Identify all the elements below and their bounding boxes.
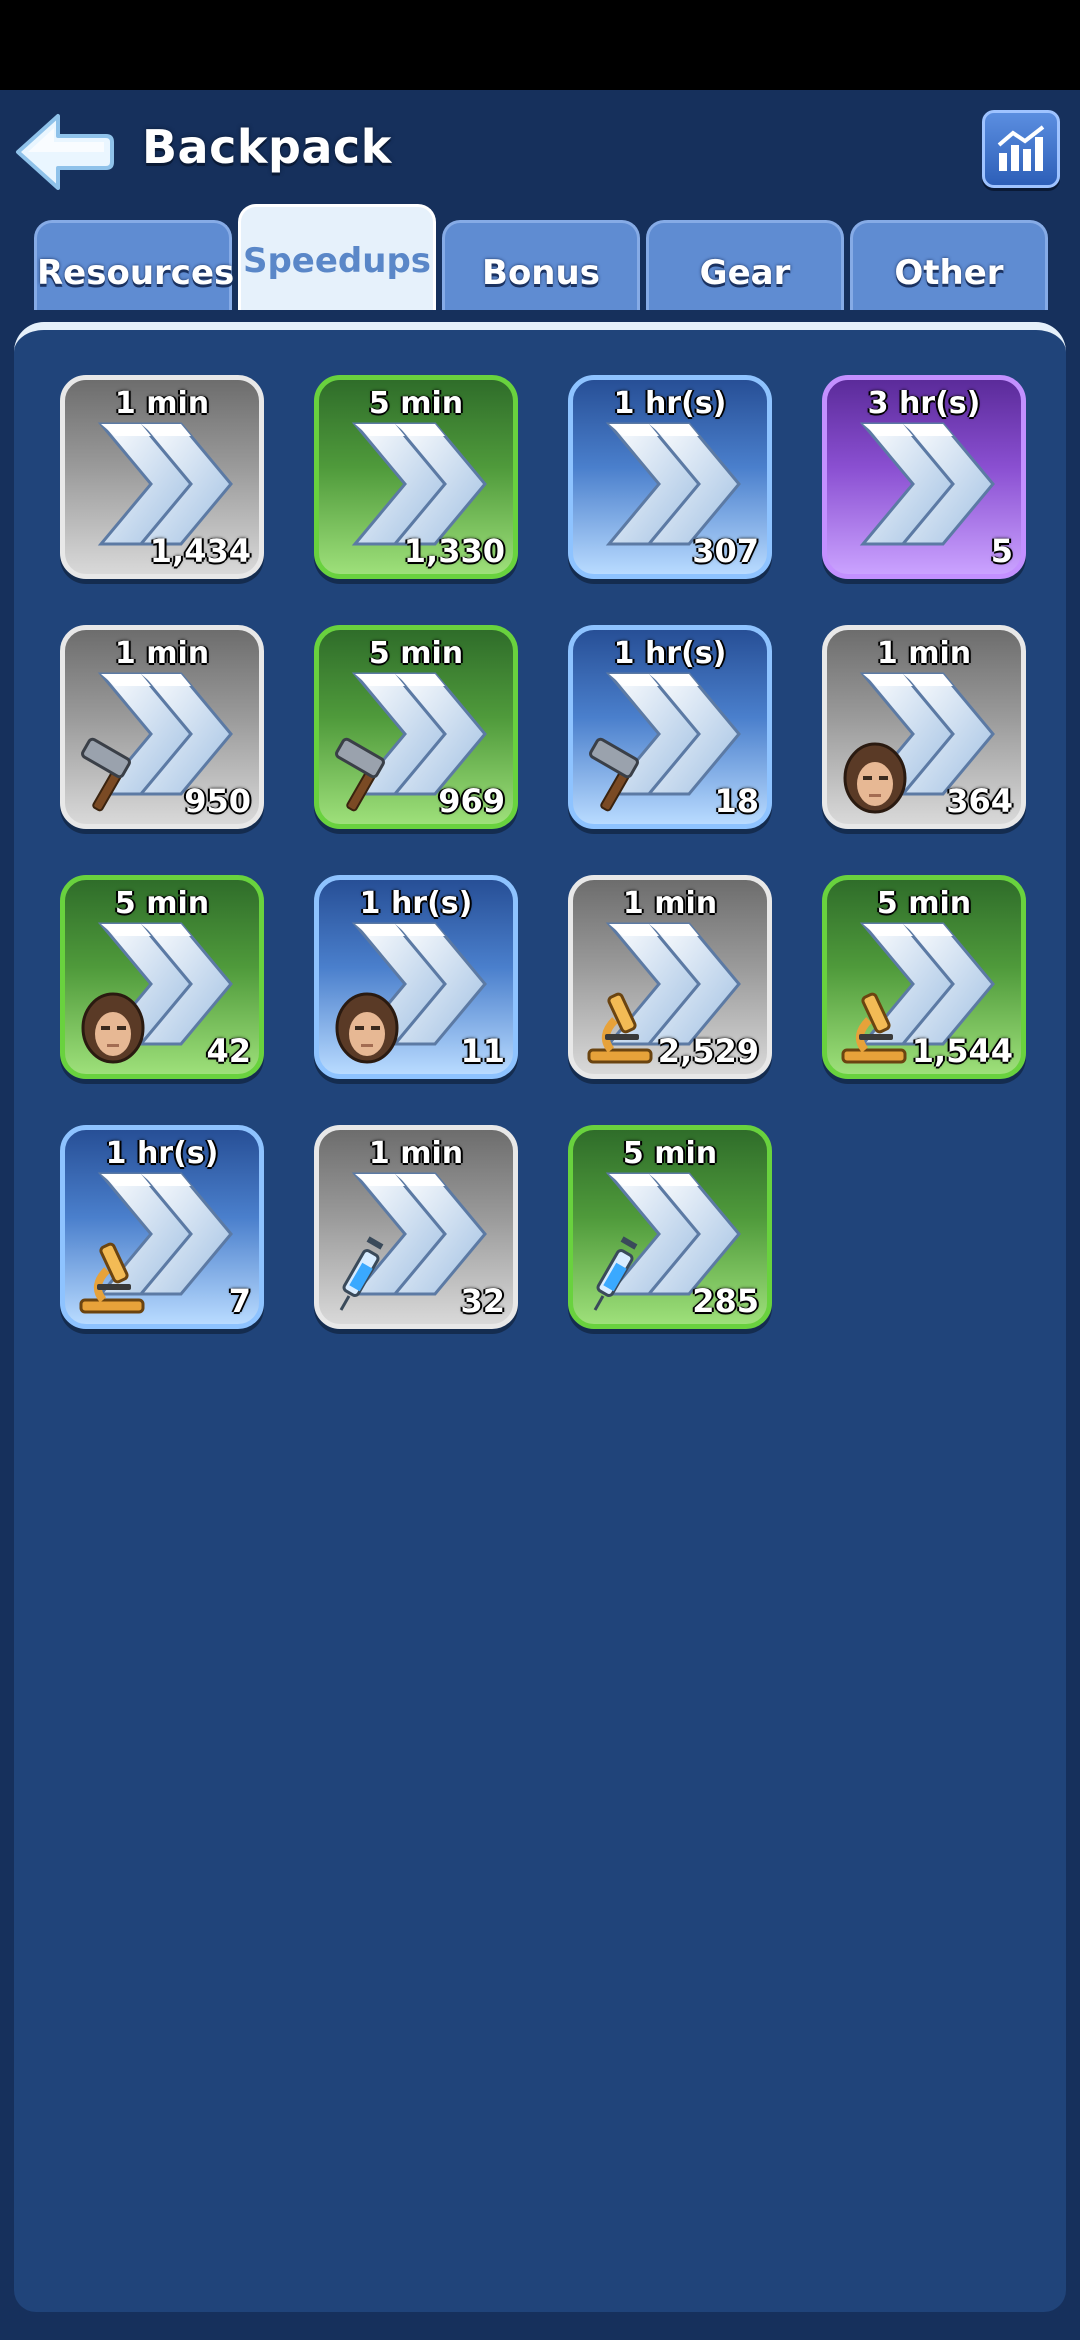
item-count: 18 bbox=[714, 782, 759, 820]
speedup-item[interactable]: 1 min 2,529 bbox=[568, 875, 772, 1079]
speedup-item[interactable]: 5 min 42 bbox=[60, 875, 264, 1079]
syringe-icon bbox=[327, 1236, 407, 1316]
speedup-item[interactable]: 1 hr(s) 7 bbox=[60, 1125, 264, 1329]
back-button[interactable] bbox=[14, 110, 114, 194]
item-duration: 1 min bbox=[368, 1136, 464, 1171]
item-duration: 1 min bbox=[876, 636, 972, 671]
item-count: 1,330 bbox=[403, 532, 505, 570]
item-count: 42 bbox=[206, 1032, 251, 1070]
item-duration: 1 hr(s) bbox=[105, 1136, 219, 1171]
item-count: 1,434 bbox=[149, 532, 251, 570]
speedup-arrows-icon bbox=[853, 414, 1003, 554]
page-title: Backpack bbox=[142, 120, 392, 174]
speedup-item[interactable]: 5 min 1,544 bbox=[822, 875, 1026, 1079]
item-count: 5 bbox=[990, 532, 1013, 570]
microscope-icon bbox=[73, 1236, 153, 1316]
speedup-item[interactable]: 1 min 32 bbox=[314, 1125, 518, 1329]
bottom-bar bbox=[0, 2312, 1080, 2340]
item-count: 7 bbox=[228, 1282, 251, 1320]
bar-chart-icon bbox=[997, 125, 1045, 171]
microscope-icon bbox=[835, 986, 915, 1066]
item-duration: 5 min bbox=[876, 886, 972, 921]
speedup-item[interactable]: 1 hr(s) 307 bbox=[568, 375, 772, 579]
soldier-icon bbox=[73, 986, 153, 1066]
hammer-icon bbox=[73, 736, 153, 816]
item-duration: 5 min bbox=[114, 886, 210, 921]
item-duration: 1 min bbox=[114, 386, 210, 421]
speedup-item[interactable]: 3 hr(s) 5 bbox=[822, 375, 1026, 579]
speedup-item[interactable]: 1 hr(s) 18 bbox=[568, 625, 772, 829]
hammer-icon bbox=[581, 736, 661, 816]
item-duration: 1 hr(s) bbox=[613, 636, 727, 671]
arrow-left-icon bbox=[16, 114, 114, 190]
item-count: 32 bbox=[460, 1282, 505, 1320]
speedup-item[interactable]: 5 min 285 bbox=[568, 1125, 772, 1329]
item-count: 1,544 bbox=[911, 1032, 1013, 1070]
stats-button[interactable] bbox=[982, 110, 1060, 188]
speedup-item[interactable]: 5 min 969 bbox=[314, 625, 518, 829]
item-count: 307 bbox=[692, 532, 759, 570]
speedup-item[interactable]: 1 min 364 bbox=[822, 625, 1026, 829]
status-bar bbox=[0, 0, 1080, 90]
item-duration: 5 min bbox=[368, 636, 464, 671]
item-count: 969 bbox=[438, 782, 505, 820]
speedup-item[interactable]: 1 hr(s) 11 bbox=[314, 875, 518, 1079]
item-count: 11 bbox=[460, 1032, 505, 1070]
item-duration: 1 hr(s) bbox=[613, 386, 727, 421]
microscope-icon bbox=[581, 986, 661, 1066]
item-count: 364 bbox=[946, 782, 1013, 820]
item-count: 285 bbox=[692, 1282, 759, 1320]
item-duration: 3 hr(s) bbox=[867, 386, 981, 421]
syringe-icon bbox=[581, 1236, 661, 1316]
item-duration: 1 min bbox=[114, 636, 210, 671]
item-duration: 1 hr(s) bbox=[359, 886, 473, 921]
item-duration: 1 min bbox=[622, 886, 718, 921]
item-duration: 5 min bbox=[368, 386, 464, 421]
soldier-icon bbox=[327, 986, 407, 1066]
speedup-item[interactable]: 5 min 1,330 bbox=[314, 375, 518, 579]
item-duration: 5 min bbox=[622, 1136, 718, 1171]
speedup-item[interactable]: 1 min 950 bbox=[60, 625, 264, 829]
soldier-icon bbox=[835, 736, 915, 816]
item-count: 2,529 bbox=[657, 1032, 759, 1070]
hammer-icon bbox=[327, 736, 407, 816]
item-count: 950 bbox=[184, 782, 251, 820]
speedup-item[interactable]: 1 min 1,434 bbox=[60, 375, 264, 579]
